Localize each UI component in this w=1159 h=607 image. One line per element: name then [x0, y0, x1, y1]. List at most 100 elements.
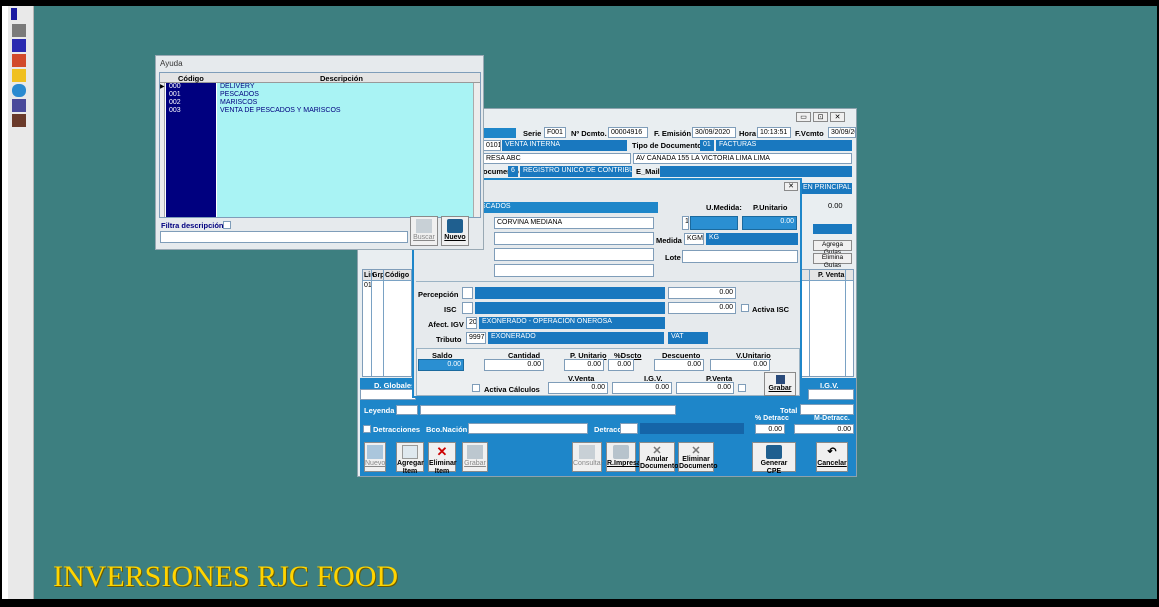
afect-igv-code[interactable]: 20 [466, 317, 477, 329]
tipo-venta-code[interactable]: 0101 [483, 140, 501, 151]
folder-icon[interactable] [12, 54, 26, 67]
generar-cpe-button[interactable]: Generar CPE [752, 442, 796, 475]
cancelar-button[interactable]: ↶ Cancelar [816, 442, 848, 472]
bar-icon[interactable] [11, 8, 17, 20]
tipo-doc: FACTURAS [716, 140, 852, 151]
consultar-button[interactable]: Consultar [572, 442, 603, 472]
list-item[interactable]: 001 PESCADOS [166, 91, 473, 99]
activa-calculos-checkbox[interactable] [472, 384, 480, 392]
ayuda-scrollbar[interactable] [473, 83, 480, 217]
detracc-label: Detracc [594, 425, 622, 434]
minimize-icon[interactable]: ▭ [796, 112, 811, 122]
bco-nacion-field[interactable] [468, 423, 588, 434]
nuevo-button[interactable]: Nuevo [364, 442, 386, 472]
leyenda-field[interactable] [420, 405, 676, 415]
agrega-guias-button[interactable]: Agrega Guías [813, 240, 852, 256]
pct-detracc-field[interactable]: 0.00 [755, 424, 785, 434]
buscar-button[interactable]: Buscar [410, 216, 438, 246]
femision-field[interactable]: 30/09/2020 [692, 127, 736, 138]
tributo-code[interactable]: 9997 [466, 332, 486, 344]
save-icon [775, 375, 785, 384]
cancel-x-icon: ✕ [652, 445, 662, 457]
percepcion-label: Percepción [418, 290, 459, 299]
medida-code[interactable]: KGM [684, 233, 704, 245]
pventa-field[interactable]: 0.00 [676, 382, 734, 394]
punit2-field[interactable]: 0.00 [564, 359, 604, 371]
vventa-field[interactable]: 0.00 [548, 382, 608, 394]
ayuda-grid[interactable]: Código Descripción ▶ 000 DELIVERY 001 PESC… [159, 72, 481, 218]
anular-documento-button[interactable]: ✕ Anular Documento [639, 442, 679, 472]
filtra-checkbox[interactable] [223, 221, 231, 229]
producto-field[interactable]: CORVINA MEDIANA [494, 217, 654, 229]
person-icon[interactable] [12, 69, 26, 82]
igv-field[interactable]: 0.00 [612, 382, 672, 394]
activa-isc-checkbox[interactable] [741, 304, 749, 312]
serie-field[interactable]: F001 [544, 127, 566, 138]
reimpresa-button[interactable]: R.Impresa [606, 442, 641, 472]
delete-doc-icon: ✕ [691, 445, 701, 457]
email-field[interactable] [660, 166, 852, 177]
tipo-doc-code: 01 [700, 140, 714, 151]
list-item[interactable]: 003 VENTA DE PESCADOS Y MARISCOS [166, 107, 473, 115]
left-toolbar [8, 6, 34, 599]
percepcion-value[interactable]: 0.00 [668, 287, 736, 299]
percepcion-code[interactable] [462, 287, 473, 299]
igv-total-field[interactable] [808, 389, 854, 400]
grabar-item-button[interactable]: Grabar [764, 372, 796, 396]
dglobales-field[interactable] [360, 389, 416, 400]
tools-icon[interactable] [12, 24, 26, 37]
hora-field[interactable]: 10:13:51 [757, 127, 791, 138]
ndcmto-label: Nº Dcmto. [571, 129, 607, 138]
exit-icon[interactable] [12, 114, 26, 127]
ayuda-window: Ayuda Código Descripción ▶ 000 DELIVERY 0… [155, 55, 484, 250]
fvcmto-field[interactable]: 30/09/2020 [828, 127, 856, 138]
ndcmto-field[interactable]: 00004916 [608, 127, 648, 138]
list-item[interactable]: 000 DELIVERY [166, 83, 473, 91]
ayuda-col-descripcion: Descripción [320, 74, 363, 83]
globe-icon[interactable] [12, 84, 26, 97]
isc-code[interactable] [462, 302, 473, 314]
lote-label: Lote [665, 253, 681, 262]
printer-icon [613, 445, 629, 459]
list-item[interactable]: 002 MARISCOS [166, 99, 473, 107]
filtra-label: Filtra descripción [161, 221, 224, 230]
grabar-button[interactable]: Grabar [462, 442, 488, 472]
producto-line2[interactable] [494, 232, 654, 245]
agregar-item-button[interactable]: Agregar Item [396, 442, 424, 475]
m-detracc-field[interactable]: 0.00 [794, 424, 854, 434]
detracc-code[interactable] [620, 423, 638, 434]
save-icon [467, 445, 483, 459]
eliminar-documento-button[interactable]: ✕ Eliminar Documento [678, 442, 718, 472]
cantidad-field[interactable]: 0.00 [484, 359, 544, 371]
producto-line3[interactable] [494, 248, 654, 261]
col-pventa: P. Venta [818, 272, 845, 279]
saldo-field[interactable]: 0.00 [418, 359, 464, 371]
elimina-guias-button[interactable]: Elimina Guías [813, 253, 852, 269]
m-detracc-label: M-Detracc. [814, 415, 850, 422]
close-icon[interactable]: ✕ [830, 112, 845, 122]
list-icon[interactable] [12, 39, 26, 52]
pdscto-field[interactable]: 0.00 [608, 359, 634, 371]
descuento-field[interactable]: 0.00 [654, 359, 704, 371]
pventa-checkbox[interactable] [738, 384, 746, 392]
total-field[interactable] [800, 404, 854, 415]
window-controls: ▭ ⊡ ✕ [796, 112, 848, 123]
punitario-field[interactable]: 0.00 [742, 216, 797, 230]
row-selector [160, 83, 165, 217]
direccion-field[interactable]: AV CANADA 155 LA VICTORIA LIMA LIMA [633, 153, 852, 164]
isc-value[interactable]: 0.00 [668, 302, 736, 314]
producto-line4[interactable] [494, 264, 654, 277]
maximize-icon[interactable]: ⊡ [813, 112, 828, 122]
lote-field[interactable] [682, 250, 798, 263]
dialog-close-icon[interactable]: ✕ [784, 182, 798, 191]
nuevo-ayuda-button[interactable]: Nuevo [441, 216, 469, 246]
filtra-input[interactable] [160, 231, 408, 243]
category-field: SCADOS [478, 202, 658, 213]
leyenda-code[interactable] [396, 405, 418, 415]
detracciones-checkbox[interactable] [363, 425, 371, 433]
vunitario-field[interactable]: 0.00 [710, 359, 770, 371]
eliminar-item-button[interactable]: ✕ Eliminar Item [428, 442, 457, 475]
chart-icon[interactable] [12, 99, 26, 112]
cliente-field[interactable]: RESA ABC [483, 153, 631, 164]
umedida-field[interactable]: 1 [682, 216, 689, 230]
